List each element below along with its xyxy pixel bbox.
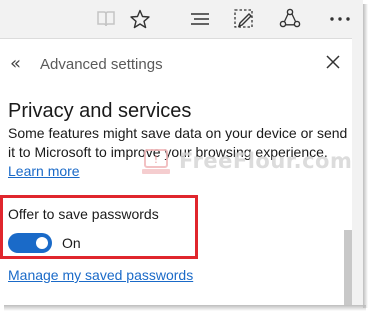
watermark-text: FreeFlour.com: [179, 149, 353, 173]
offer-to-save-passwords-label: Offer to save passwords: [8, 206, 159, 222]
reading-view-icon[interactable]: [94, 7, 118, 31]
share-icon[interactable]: [278, 7, 302, 31]
web-note-icon[interactable]: [232, 7, 256, 31]
panel-header: « Advanced settings: [0, 39, 352, 89]
learn-more-link[interactable]: Learn more: [8, 163, 80, 179]
hub-icon[interactable]: [188, 7, 212, 31]
toggle-knob: [36, 237, 48, 249]
close-icon[interactable]: [325, 54, 341, 70]
advanced-settings-panel: « Advanced settings Privacy and services…: [0, 38, 352, 305]
manage-saved-passwords-link[interactable]: Manage my saved passwords: [8, 267, 193, 283]
browser-window: « Advanced settings Privacy and services…: [0, 0, 363, 305]
back-chevron-icon[interactable]: «: [10, 53, 21, 74]
watermark-logo-icon: !: [142, 149, 170, 174]
toggle-state-label: On: [62, 235, 81, 251]
panel-title: Advanced settings: [40, 56, 163, 73]
more-icon[interactable]: [328, 7, 352, 31]
svg-text:!: !: [154, 153, 158, 166]
edge-shadow-right: [363, 4, 368, 308]
section-title: Privacy and services: [8, 100, 192, 122]
favorite-star-icon[interactable]: [128, 7, 152, 31]
scrollbar-track[interactable]: [352, 38, 363, 305]
save-passwords-toggle[interactable]: [8, 233, 52, 253]
browser-toolbar: [0, 0, 363, 38]
watermark: ! FreeFlour.com: [141, 147, 352, 181]
edge-shadow-bottom: [4, 305, 366, 311]
scrollbar-thumb[interactable]: [344, 230, 352, 305]
